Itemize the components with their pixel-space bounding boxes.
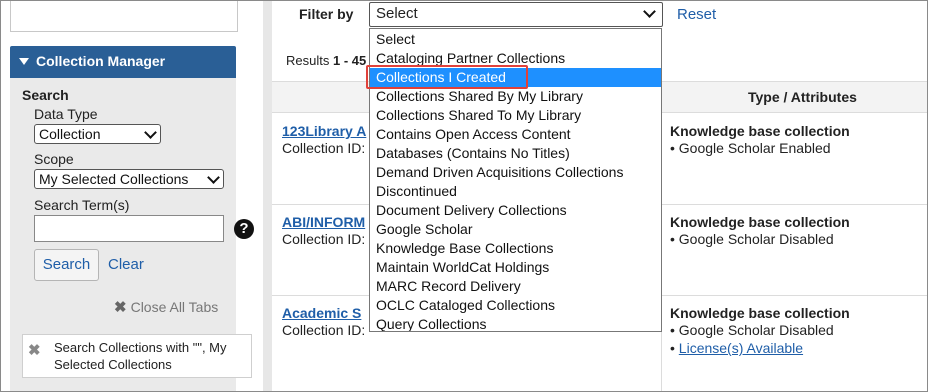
dropdown-option[interactable]: Collections Shared By My Library [370,87,661,106]
dropdown-option[interactable]: Select [370,30,661,49]
help-icon[interactable]: ? [234,219,254,239]
scope-value: My Selected Collections [39,171,189,187]
scope-select[interactable]: My Selected Collections [34,169,224,189]
dropdown-option[interactable]: MARC Record Delivery [370,277,661,296]
close-tab-icon[interactable]: ✖ [28,341,41,359]
attribute-item: • Google Scholar Disabled [670,231,834,247]
attribute-item: • Google Scholar Enabled [670,140,831,156]
data-type-select[interactable]: Collection [34,124,161,144]
clear-link[interactable]: Clear [108,256,144,273]
results-prefix: Results [286,53,330,68]
collection-name-link[interactable]: Academic S [282,305,361,321]
dropdown-option[interactable]: Discontinued [370,182,661,201]
dropdown-option[interactable]: Google Scholar [370,220,661,239]
close-all-tabs-link[interactable]: ✖ Close All Tabs [114,298,218,316]
filter-select-value: Select [376,5,418,22]
collapse-triangle-icon[interactable] [19,58,29,65]
collection-manager-header[interactable]: Collection Manager [10,46,236,78]
data-type-label: Data Type [34,106,98,122]
chevron-down-icon [144,126,157,139]
reset-link[interactable]: Reset [677,6,716,23]
collection-manager-title: Collection Manager [36,53,166,69]
search-term-label: Search Term(s) [34,197,130,213]
attribute-item: • License(s) Available [670,340,803,356]
dropdown-option[interactable]: Databases (Contains No Titles) [370,144,661,163]
collection-name-link[interactable]: ABI/INFORM [282,214,365,230]
chevron-down-icon [643,5,656,18]
dropdown-option[interactable]: Demand Driven Acquisitions Collections [370,163,661,182]
panel-divider[interactable] [263,1,272,391]
filter-select[interactable]: Select [369,2,663,27]
type-attributes-header[interactable]: Type / Attributes [748,89,857,105]
dropdown-option[interactable]: Collections Shared To My Library [370,106,661,125]
collection-type: Knowledge base collection [670,305,850,321]
collection-id-label: Collection ID: [282,140,366,156]
dropdown-option[interactable]: Maintain WorldCat Holdings [370,258,661,277]
screenshot-frame: Collection Manager Search Data Type Coll… [0,0,928,392]
highlight-callout [366,65,528,89]
filter-label: Filter by [299,6,354,22]
attribute-item: • Google Scholar Disabled [670,322,834,338]
search-tab-label: Search Collections with "", My Selected … [54,340,227,372]
dropdown-option[interactable]: OCLC Cataloged Collections [370,296,661,315]
search-tab[interactable]: ✖ Search Collections with "", My Selecte… [22,334,252,378]
sidebar-top-field [10,1,238,32]
results-range: 1 - 45 [332,53,367,68]
results-count: Results 1 - 45 [286,53,366,68]
search-button[interactable]: Search [34,249,99,281]
collection-type: Knowledge base collection [670,123,850,139]
collection-id-label: Collection ID: [282,322,366,338]
close-all-tabs-label: Close All Tabs [130,299,219,315]
dropdown-option[interactable]: Query Collections [370,315,661,331]
collection-name-link[interactable]: 123Library A [282,123,366,139]
collection-type: Knowledge base collection [670,214,850,230]
license-link[interactable]: License(s) Available [679,340,803,356]
dropdown-option[interactable]: Knowledge Base Collections [370,239,661,258]
bullet: • [670,340,675,356]
search-term-input[interactable] [34,215,224,242]
collection-id-label: Collection ID: [282,231,366,247]
dropdown-option[interactable]: Contains Open Access Content [370,125,661,144]
chevron-down-icon [207,171,220,184]
data-type-value: Collection [39,126,101,142]
sidebar: Collection Manager Search Data Type Coll… [2,1,262,391]
dropdown-option[interactable]: Document Delivery Collections [370,201,661,220]
close-icon: ✖ [114,299,127,316]
scope-label: Scope [34,151,74,167]
search-heading: Search [22,87,69,103]
